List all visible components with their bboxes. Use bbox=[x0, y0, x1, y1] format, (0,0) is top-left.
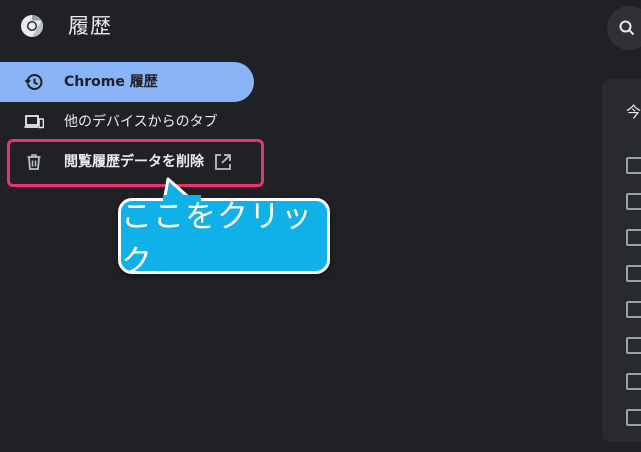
callout-tail-join bbox=[163, 195, 201, 201]
history-panel: 今 bbox=[602, 79, 641, 442]
history-item-checkbox[interactable] bbox=[626, 229, 641, 246]
sidebar-item-label: Chrome 履歴 bbox=[64, 74, 158, 90]
history-item-checkbox[interactable] bbox=[626, 373, 641, 390]
devices-icon bbox=[24, 115, 44, 129]
history-item-checkbox[interactable] bbox=[626, 157, 641, 174]
page-title: 履歴 bbox=[68, 14, 112, 38]
history-item-checkbox[interactable] bbox=[626, 301, 641, 318]
history-item-checkbox[interactable] bbox=[626, 265, 641, 282]
history-item-checkbox[interactable] bbox=[626, 193, 641, 210]
app-header: 履歴 bbox=[0, 0, 641, 52]
chrome-logo-icon[interactable] bbox=[20, 14, 44, 38]
sidebar-item-label: 他のデバイスからのタブ bbox=[64, 114, 218, 130]
history-item-checkbox[interactable] bbox=[626, 409, 641, 426]
sidebar-item-other-devices[interactable]: 他のデバイスからのタブ bbox=[0, 102, 254, 142]
callout-text: ここをクリック bbox=[121, 199, 313, 280]
search-button[interactable] bbox=[607, 6, 641, 50]
history-item-checkbox[interactable] bbox=[626, 337, 641, 354]
history-icon bbox=[24, 74, 43, 90]
callout-bubble: ここをクリック bbox=[118, 198, 330, 280]
search-icon bbox=[619, 20, 635, 36]
highlight-box bbox=[7, 139, 264, 187]
sidebar-item-chrome-history[interactable]: Chrome 履歴 bbox=[0, 62, 254, 102]
history-date-heading: 今 bbox=[626, 103, 641, 121]
